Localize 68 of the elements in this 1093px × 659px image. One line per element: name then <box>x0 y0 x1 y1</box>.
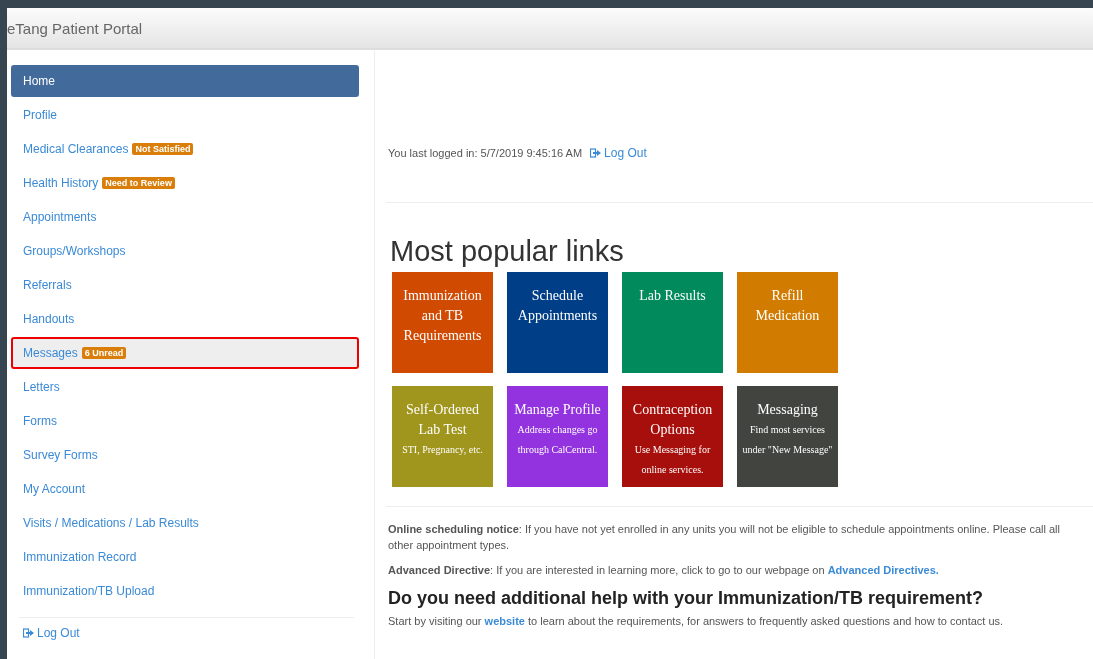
link-tile[interactable]: Refill Medication <box>737 272 838 373</box>
sidebar-item[interactable]: Groups/Workshops <box>11 235 359 267</box>
sidebar-item-label: Immunization Record <box>23 550 137 564</box>
notice-text: Advanced Directive: If you are interested in learning more, click to go to our webpage on Advanced Directives. <box>388 563 940 578</box>
sidebar-item-label: Referrals <box>23 278 72 292</box>
tile-title: Schedule Appointments <box>516 287 599 325</box>
sidebar-item[interactable]: Messages 6 Unread <box>11 337 359 369</box>
sidebar-item[interactable]: Medical Clearances Not Satisfied <box>11 133 359 165</box>
website-link[interactable]: website <box>484 615 525 627</box>
tile-subtitle: Use Messaging for online services. <box>633 443 712 477</box>
link-tile[interactable]: Lab Results <box>622 272 723 373</box>
sidebar-item-label: Groups/Workshops <box>23 244 126 258</box>
sidebar-item-label: Visits / Medications / Lab Results <box>23 516 199 530</box>
sidebar-item-label: Home <box>23 74 55 88</box>
help-heading: Do you need additional help with your Immunization/TB requirement? <box>388 588 985 609</box>
tile-subtitle: Address changes go through CalCentral. <box>516 423 599 457</box>
sidebar-item[interactable]: Health History Need to Review <box>11 167 359 199</box>
tile-title: Contraception Options <box>631 401 714 439</box>
link-tile[interactable]: Immunization and TB Requirements <box>392 272 493 373</box>
link-tile[interactable]: Schedule Appointments <box>507 272 608 373</box>
sidebar-item[interactable]: Visits / Medications / Lab Results <box>11 507 359 539</box>
link-tile[interactable]: Manage Profile Address changes go through CalCentral. <box>507 386 608 487</box>
last-login-text: You last logged in: 5/7/2019 9:45:16 AM <box>388 147 583 159</box>
tile-title: Messaging <box>756 401 819 419</box>
logout-icon <box>23 628 34 638</box>
sidebar-item-label: Medical Clearances <box>23 142 129 156</box>
status-badge: 6 Unread <box>81 347 127 359</box>
sidebar-item-label: Letters <box>23 380 60 394</box>
help-text: Start by visiting our website to learn about the requirements, for answers to frequently asked questions and how to contact us. <box>388 614 1005 629</box>
sidebar-item[interactable]: Profile <box>11 99 359 131</box>
sidebar-item[interactable]: Immunization/TB Upload <box>11 575 359 607</box>
sidebar-item-label: Survey Forms <box>23 448 98 462</box>
sidebar-item-label: Messages <box>23 346 78 360</box>
sidebar-item[interactable]: Letters <box>11 371 359 403</box>
tile-title: Manage Profile <box>513 401 602 419</box>
tile-subtitle: Find most services under "New Message" <box>741 423 834 457</box>
sidebar-item[interactable]: Forms <box>11 405 359 437</box>
sidebar-item-label: Profile <box>23 108 57 122</box>
sidebar-item[interactable]: Survey Forms <box>11 439 359 471</box>
sidebar-item[interactable]: Referrals <box>11 269 359 301</box>
link-tile[interactable]: Messaging Find most services under "New Message" <box>737 386 838 487</box>
sidebar-item-label: Immunization/TB Upload <box>23 584 155 598</box>
sidebar-item[interactable]: My Account <box>11 473 359 505</box>
sidebar-item-label: Handouts <box>23 312 75 326</box>
sidebar-item-label: Appointments <box>23 210 97 224</box>
portal-title: eTang Patient Portal <box>7 19 143 37</box>
status-badge: Need to Review <box>102 177 175 189</box>
tile-subtitle: STI, Pregnancy, etc. <box>401 443 484 457</box>
sidebar-item-label: Health History <box>23 176 99 190</box>
sidebar-item-label: Forms <box>23 414 57 428</box>
tile-title: Lab Results <box>638 287 707 305</box>
sidebar-item[interactable]: Appointments <box>11 201 359 233</box>
logout-link[interactable]: Log Out <box>23 626 374 640</box>
sidebar-item[interactable]: Home <box>11 65 359 97</box>
link-tile[interactable]: Contraception Options Use Messaging for online services. <box>622 386 723 487</box>
section-heading: Most popular links <box>390 235 625 268</box>
sidebar-item[interactable]: Handouts <box>11 303 359 335</box>
logout-link[interactable]: Log Out <box>590 146 647 160</box>
sidebar-item-label: My Account <box>23 482 86 496</box>
notice-link[interactable]: Advanced Directives. <box>827 564 939 576</box>
logout-icon <box>590 148 602 158</box>
tile-title: Refill Medication <box>754 287 821 325</box>
status-badge: Not Satisfied <box>132 143 194 155</box>
link-tile[interactable]: Self-Ordered Lab Test STI, Pregnancy, etc. <box>392 386 493 487</box>
tile-title: Self-Ordered Lab Test <box>404 401 481 439</box>
tile-title: Immunization and TB Requirements <box>402 287 483 345</box>
notice-text: Online scheduling notice: If you have not yet enrolled in any units you will not be eligible to schedule appointments online. Please call all other appointment types. <box>388 522 1061 553</box>
sidebar-item[interactable]: Immunization Record <box>11 541 359 573</box>
